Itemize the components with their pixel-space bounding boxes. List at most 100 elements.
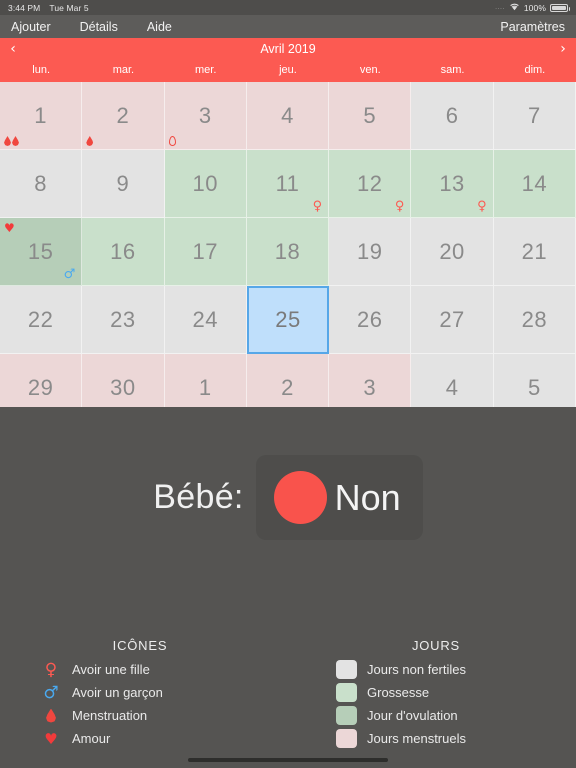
menstruation-marks bbox=[86, 136, 94, 146]
day-number: 17 bbox=[192, 238, 218, 264]
day-number: 3 bbox=[198, 102, 212, 128]
calendar-day-cell[interactable]: 6 bbox=[411, 82, 494, 150]
calendar-day-cell[interactable]: 16 bbox=[82, 218, 165, 286]
legend-icons-list: ♀ Avoir une fille ♂ Avoir un garçon Menstrua… bbox=[40, 658, 240, 750]
day-number: 4 bbox=[281, 102, 294, 128]
app-root: 3:44 PM Tue Mar 5 .... 100% Ajouter Déta… bbox=[0, 0, 576, 768]
calendar-day-cell[interactable]: 4 bbox=[246, 82, 330, 150]
calendar-day-cell[interactable]: 7 bbox=[493, 82, 576, 150]
settings-button[interactable]: Paramètres bbox=[500, 20, 565, 34]
calendar-day-cell[interactable]: 8 bbox=[0, 150, 83, 218]
calendar-day-cell[interactable]: 2 bbox=[82, 82, 165, 150]
color-swatch bbox=[336, 683, 357, 702]
day-number: 13 bbox=[439, 170, 465, 196]
baby-row: Bébé: Non bbox=[0, 455, 576, 540]
help-button[interactable]: Aide bbox=[147, 20, 172, 34]
calendar-day-cell[interactable]: 26 bbox=[329, 286, 412, 354]
legend-label: Amour bbox=[72, 731, 111, 746]
day-mark-bottom-right: ♀ bbox=[395, 198, 405, 214]
calendar-day-cell[interactable]: 21 bbox=[493, 218, 576, 286]
calendar-day-cell[interactable]: 14 bbox=[493, 150, 576, 218]
female-symbol-icon: ♀ bbox=[312, 199, 323, 214]
day-number: 5 bbox=[363, 102, 377, 128]
calendar-day-cell[interactable]: 1 bbox=[0, 82, 83, 150]
chevron-right-icon[interactable]: › bbox=[550, 42, 576, 56]
home-indicator[interactable] bbox=[188, 758, 388, 762]
calendar-day-cell[interactable]: 13 ♀ bbox=[411, 150, 494, 218]
female-symbol-icon: ♀ bbox=[44, 659, 58, 680]
add-button[interactable]: Ajouter bbox=[11, 20, 51, 34]
calendar-day-cell[interactable]: 23 bbox=[82, 286, 165, 354]
legend-days-list: Jours non fertiles Grossesse Jour d'ovulat… bbox=[336, 658, 536, 750]
day-number: 1 bbox=[34, 102, 48, 128]
calendar-day-cell[interactable]: 12 ♀ bbox=[329, 150, 412, 218]
calendar-day-cell[interactable]: 20 bbox=[411, 218, 494, 286]
baby-toggle-button[interactable]: Non bbox=[255, 455, 423, 540]
calendar-day-cell[interactable]: 17 bbox=[164, 218, 247, 286]
calendar-day-cell[interactable]: 27 bbox=[411, 286, 494, 354]
heart-icon: ♥ bbox=[4, 221, 15, 235]
calendar-day-cell[interactable]: 9 bbox=[82, 150, 165, 218]
day-number: 27 bbox=[439, 306, 465, 332]
day-number: 25 bbox=[275, 307, 301, 332]
day-mark-bottom-right: ♀ bbox=[313, 198, 323, 214]
chevron-left-icon[interactable]: ‹ bbox=[0, 42, 26, 56]
day-mark-bottom-right: ♂ bbox=[64, 266, 76, 282]
day-number: 5 bbox=[527, 374, 541, 400]
details-button[interactable]: Détails bbox=[80, 20, 118, 34]
day-number: 7 bbox=[527, 102, 541, 128]
baby-label: Bébé: bbox=[153, 478, 244, 516]
calendar-day-cell[interactable]: 19 bbox=[329, 218, 412, 286]
calendar-day-cell[interactable]: 24 bbox=[164, 286, 247, 354]
day-number: 18 bbox=[274, 238, 301, 264]
legend-item-icon: ♂ Avoir un garçon bbox=[40, 681, 240, 704]
red-circle-icon bbox=[273, 471, 327, 524]
calendar-day-cell[interactable]: 15 ♂ ♥ bbox=[0, 218, 83, 286]
calendar-day-cell[interactable]: 5 bbox=[329, 82, 412, 150]
male-symbol-icon: ♂ bbox=[63, 267, 76, 282]
legend-item-day: Jours non fertiles bbox=[336, 658, 536, 681]
weekday-6: dim. bbox=[524, 64, 546, 76]
female-symbol-icon: ♀ bbox=[394, 199, 405, 214]
weekday-0: lun. bbox=[32, 64, 51, 76]
calendar-day-cell[interactable]: 25 bbox=[246, 286, 330, 354]
male-symbol-icon: ♂ bbox=[43, 682, 59, 703]
status-time: 3:44 PM bbox=[8, 2, 41, 13]
day-number: 8 bbox=[34, 170, 48, 196]
legend-label: Jours menstruels bbox=[367, 731, 466, 746]
legend-item-day: Jours menstruels bbox=[336, 727, 536, 750]
calendar-day-cell[interactable]: 11 ♀ bbox=[246, 150, 330, 218]
day-number: 28 bbox=[521, 306, 548, 332]
day-number: 10 bbox=[192, 170, 218, 196]
day-number: 20 bbox=[439, 238, 465, 264]
day-number: 22 bbox=[27, 306, 54, 332]
day-mark-top-left: ♥ bbox=[4, 220, 15, 236]
day-number: 2 bbox=[116, 102, 130, 128]
day-number: 4 bbox=[445, 374, 459, 400]
day-number: 12 bbox=[357, 170, 383, 196]
calendar-day-cell[interactable]: 3 bbox=[164, 82, 247, 150]
color-swatch bbox=[336, 706, 357, 725]
calendar-day-cell[interactable]: 28 bbox=[493, 286, 576, 354]
status-bar-left: 3:44 PM Tue Mar 5 bbox=[8, 3, 89, 13]
calendar-day-cell[interactable]: 18 bbox=[246, 218, 330, 286]
color-swatch bbox=[336, 660, 357, 679]
legend-item-day: Jour d'ovulation bbox=[336, 704, 536, 727]
female-symbol-icon: ♀ bbox=[40, 660, 62, 680]
blood-drop-icon bbox=[46, 708, 56, 723]
day-mark-bottom-right: ♀ bbox=[477, 198, 487, 214]
day-number: 29 bbox=[27, 374, 54, 400]
legend-label: Jour d'ovulation bbox=[367, 708, 458, 723]
legend-item-icon: ♀ Avoir une fille bbox=[40, 658, 240, 681]
day-number: 15 bbox=[27, 238, 54, 264]
blood-drop-outline-icon bbox=[168, 136, 176, 146]
day-number: 16 bbox=[110, 238, 136, 264]
calendar-day-cell[interactable]: 22 bbox=[0, 286, 83, 354]
calendar-day-cell[interactable]: 10 bbox=[164, 150, 247, 218]
status-date: Tue Mar 5 bbox=[49, 2, 89, 13]
day-number: 9 bbox=[116, 170, 130, 196]
legend-item-icon: ♥ Amour bbox=[40, 727, 240, 750]
legend-label: Avoir un garçon bbox=[72, 685, 163, 700]
signal-dots-icon: .... bbox=[495, 4, 505, 11]
weekday-1: mar. bbox=[112, 64, 135, 76]
